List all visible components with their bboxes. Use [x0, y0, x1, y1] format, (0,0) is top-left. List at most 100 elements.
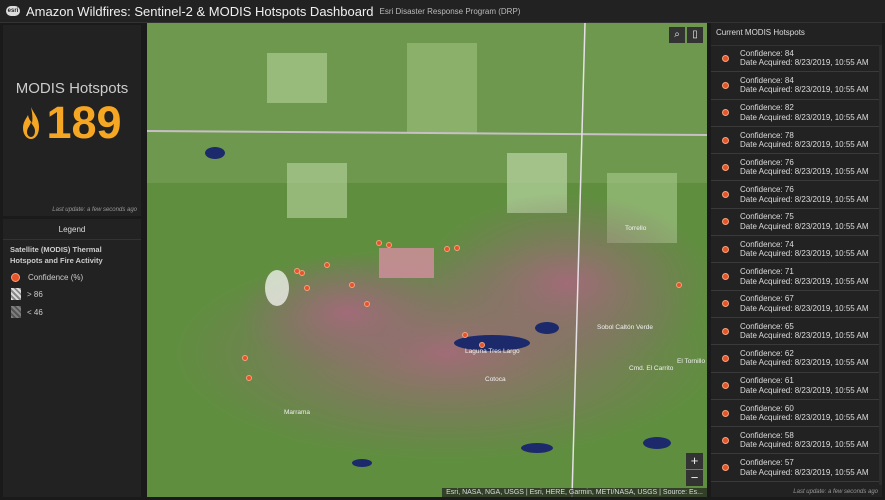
- legend-label: Confidence (%): [28, 273, 84, 282]
- list-item-confidence: Confidence: 78: [740, 130, 794, 140]
- list-item-confidence: Confidence: 84: [740, 48, 794, 58]
- list-item[interactable]: Confidence: 57Date Acquired: 8/23/2019, …: [711, 482, 882, 485]
- list-item[interactable]: Confidence: 58 Date Acquired: 8/23/2019, …: [711, 427, 882, 455]
- hotspot-icon: [722, 54, 729, 62]
- list-item-text: Confidence: 84 Date Acquired: 8/23/2019, …: [740, 76, 869, 95]
- list-item-confidence: Confidence: 74: [740, 239, 794, 249]
- list-item-confidence: Confidence: 58: [740, 430, 794, 440]
- list-item-text: Confidence: 57 Date Acquired: 8/23/2019, …: [740, 458, 869, 477]
- list-item[interactable]: Confidence: 57Date Acquired: 8/23/2019, …: [711, 454, 882, 482]
- hotspots-indicator: MODIS Hotspots 189 Last update: a few se…: [3, 25, 141, 216]
- list-item-confidence: Confidence: 75: [740, 212, 794, 222]
- hotspots-list[interactable]: Confidence: 84 Date Acquired: 8/23/2019, …: [711, 45, 882, 485]
- zoom-controls: + −: [686, 453, 703, 487]
- list-item-date: Date Acquired: 8/23/2019, 10:55 AM: [740, 467, 869, 477]
- legend-label: > 86: [27, 289, 43, 299]
- list-item-date: Date Acquired: 8/23/2019, 10:55 AM: [740, 167, 869, 177]
- legend-item-confidence: Confidence (%): [3, 270, 141, 285]
- list-item-date: Date Acquired: 8/23/2019, 10:55 AM: [740, 413, 869, 422]
- hotspot-icon: [722, 382, 729, 390]
- map-label: Sobol Caltón Verde: [597, 324, 653, 331]
- list-item-date: Date Acquired: 8/23/2019, 10:55 AM: [740, 140, 869, 150]
- map-toolbar: ⌕ ▯: [669, 27, 703, 43]
- low-confidence-swatch-icon: [11, 306, 21, 318]
- dashboard-header: esri Amazon Wildfires: Sentinel-2 & MODI…: [0, 0, 885, 23]
- dashboard-title: Amazon Wildfires: Sentinel-2 & MODIS Hot…: [26, 3, 374, 19]
- hotspot-icon: [722, 191, 729, 199]
- list-heading: Current MODIS Hotspots: [711, 23, 882, 46]
- dashboard-subtitle: Esri Disaster Response Program (DRP): [379, 6, 521, 16]
- hotspot-icon: [722, 273, 729, 281]
- list-item-text: Confidence: 84 Date Acquired: 8/23/2019, …: [740, 49, 869, 68]
- list-scrollbar[interactable]: [879, 45, 882, 485]
- list-item[interactable]: Confidence: 78 Date Acquired: 8/23/2019, …: [711, 127, 882, 155]
- list-item[interactable]: Confidence: 60 Date Acquired: 8/23/2019, …: [711, 400, 882, 428]
- hotspots-list-panel: Current MODIS Hotspots Confidence: 84 Dat…: [711, 23, 882, 497]
- list-item-confidence: Confidence: 67: [740, 294, 794, 304]
- list-item[interactable]: Confidence: 61 Date Acquired: 8/23/2019, …: [711, 373, 882, 400]
- list-item-date: Date Acquired: 8/23/2019, 10:55 AM: [740, 58, 869, 68]
- list-item-date: Date Acquired: 8/23/2019, 10:55 AM: [740, 303, 869, 313]
- list-item[interactable]: Confidence: 67 Date Acquired: 8/23/2019, …: [711, 291, 882, 318]
- zoom-in-button[interactable]: +: [686, 453, 703, 469]
- list-item-date: Date Acquired: 8/23/2019, 10:55 AM: [740, 385, 869, 395]
- hotspot-icon: [722, 163, 729, 171]
- list-item-confidence: Confidence: 65: [740, 321, 794, 331]
- list-item-date: Date Acquired: 8/23/2019, 10:55 AM: [740, 221, 869, 231]
- hotspot-icon: [722, 300, 729, 308]
- legend-panel: Legend Satellite (MODIS) Thermal Hotspot…: [3, 219, 141, 497]
- list-item[interactable]: Confidence: 84 Date Acquired: 8/23/2019, …: [711, 45, 882, 73]
- legend-heading: Legend: [3, 219, 141, 240]
- list-item[interactable]: Confidence: 76 Date Acquired: 8/23/2019, …: [711, 181, 882, 209]
- indicator-title: MODIS Hotspots: [15, 80, 129, 97]
- list-item-confidence: Confidence: 61: [740, 376, 794, 386]
- list-item-text: Confidence: 67 Date Acquired: 8/23/2019, …: [740, 294, 869, 313]
- hotspot-icon: [722, 464, 729, 472]
- list-item-text: Confidence: 76 Date Acquired: 8/23/2019, …: [740, 185, 869, 204]
- list-item-text: Confidence: 60 Date Acquired: 8/23/2019, …: [740, 404, 869, 423]
- list-item[interactable]: Confidence: 71 Date Acquired: 8/23/2019, …: [711, 263, 882, 291]
- search-icon[interactable]: ⌕: [669, 27, 685, 43]
- list-item-confidence: Confidence: 82: [740, 103, 794, 113]
- zoom-out-button[interactable]: −: [686, 470, 703, 486]
- list-item-confidence: Confidence: 62: [740, 348, 794, 358]
- satellite-map[interactable]: Laguna Tres Largo Cotoca Sobol Caltón Ve…: [147, 23, 707, 497]
- list-item-text: Confidence: 62 Date Acquired: 8/23/2019, …: [740, 349, 869, 368]
- list-last-update: Last update: a few seconds ago: [793, 489, 878, 495]
- list-item[interactable]: Confidence: 74 Date Acquired: 8/23/2019, …: [711, 236, 882, 264]
- map-label: El Tornillo: [677, 358, 705, 365]
- list-item-date: Date Acquired: 8/23/2019, 10:55 AM: [740, 276, 869, 286]
- indicator-value: 189: [46, 97, 122, 148]
- list-item[interactable]: Confidence: 82 Date Acquired: 8/23/2019, …: [711, 100, 882, 127]
- legend-item-high: > 86: [3, 285, 141, 303]
- list-item-date: Date Acquired: 8/23/2019, 10:55 AM: [740, 440, 869, 450]
- list-item-date: Date Acquired: 8/23/2019, 10:55 AM: [740, 112, 869, 122]
- legend-layer-title: Satellite (MODIS) Thermal Hotspots and F…: [10, 245, 103, 265]
- list-item-text: Confidence: 75 Date Acquired: 8/23/2019, …: [740, 212, 869, 231]
- hotspot-icon: [722, 245, 729, 253]
- list-item-confidence: Confidence: 76: [740, 185, 794, 195]
- list-item[interactable]: Confidence: 76 Date Acquired: 8/23/2019, …: [711, 154, 882, 182]
- list-item-text: Confidence: 82 Date Acquired: 8/23/2019, …: [740, 103, 869, 122]
- list-item[interactable]: Confidence: 84 Date Acquired: 8/23/2019, …: [711, 72, 882, 100]
- list-item-date: Date Acquired: 8/23/2019, 10:55 AM: [740, 85, 869, 95]
- list-item-date: Date Acquired: 8/23/2019, 10:55 AM: [740, 331, 869, 341]
- hotspot-icon: [722, 81, 729, 89]
- list-item-date: Date Acquired: 8/23/2019, 10:55 AM: [740, 358, 869, 368]
- list-item[interactable]: Confidence: 75 Date Acquired: 8/23/2019, …: [711, 209, 882, 237]
- indicator-last-update: Last update: a few seconds ago: [52, 207, 137, 213]
- hotspot-symbol-icon: [11, 273, 20, 282]
- list-item-text: Confidence: 76 Date Acquired: 8/23/2019, …: [740, 158, 869, 177]
- bookmark-icon[interactable]: ▯: [687, 27, 703, 43]
- list-item-confidence: Confidence: 71: [740, 267, 794, 277]
- legend-label: < 46: [27, 307, 43, 317]
- hotspot-icon: [722, 354, 729, 362]
- map-label: Laguna Tres Largo: [465, 348, 520, 355]
- list-item-text: Confidence: 58 Date Acquired: 8/23/2019, …: [740, 431, 869, 450]
- list-item[interactable]: Confidence: 65 Date Acquired: 8/23/2019, …: [711, 318, 882, 346]
- map-label: Cotoca: [485, 376, 506, 383]
- list-item-confidence: Confidence: 57: [740, 458, 794, 468]
- list-item[interactable]: Confidence: 62 Date Acquired: 8/23/2019, …: [711, 345, 882, 373]
- list-item-text: Confidence: 74 Date Acquired: 8/23/2019, …: [740, 240, 869, 259]
- list-item-text: Confidence: 78 Date Acquired: 8/23/2019, …: [740, 131, 869, 150]
